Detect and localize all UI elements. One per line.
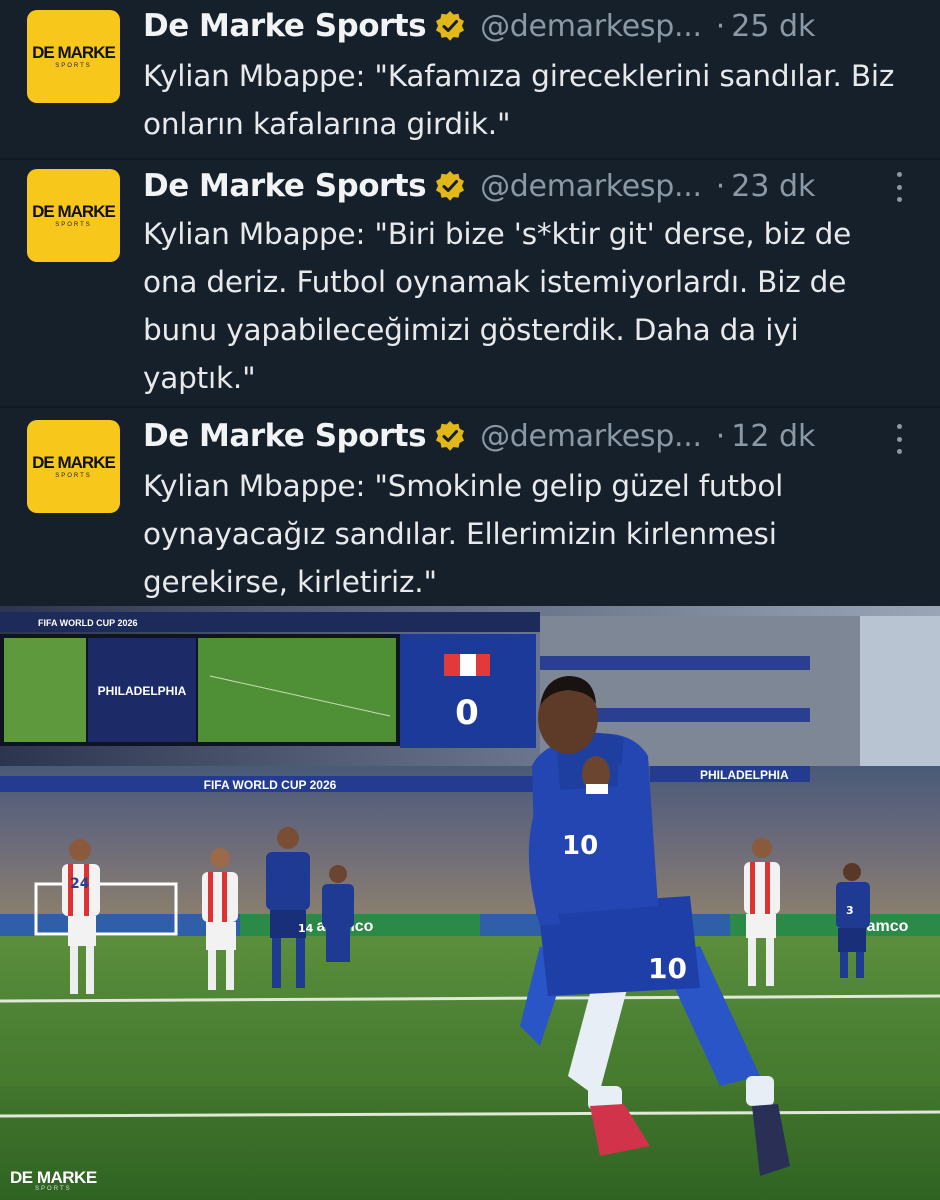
avatar-logo-subtext: SPORTS <box>55 222 92 228</box>
account-name[interactable]: De Marke Sports <box>143 8 427 44</box>
jersey-number: 10 <box>562 831 598 861</box>
jersey-number: 3 <box>846 904 854 917</box>
watermark-logo: DE MARKE SPORTS <box>10 1169 97 1192</box>
tweet-header: De Marke Sports @demarkesp... · 25 dk <box>143 4 815 48</box>
timestamp[interactable]: 12 dk <box>731 419 815 454</box>
shorts-number: 10 <box>648 952 687 985</box>
jumbotron-city: PHILADELPHIA <box>98 684 187 698</box>
avatar[interactable]: DE MARKE SPORTS <box>27 10 120 103</box>
account-name[interactable]: De Marke Sports <box>143 418 427 454</box>
avatar-logo-text: DE MARKE <box>32 43 116 62</box>
jersey-number: 24 <box>70 876 90 892</box>
verified-badge-icon <box>436 171 465 201</box>
watermark-text: DE MARKE <box>10 1168 97 1187</box>
banner-text-left: FIFA WORLD CUP 2026 <box>38 618 138 628</box>
tweet-3[interactable]: DE MARKE SPORTS De Marke Sports @demarke… <box>0 408 940 606</box>
verified-badge-icon <box>436 421 465 451</box>
more-options-icon[interactable] <box>894 424 904 454</box>
tweet-text: Kylian Mbappe: "Biri bize 's*ktir git' d… <box>143 217 852 395</box>
account-handle[interactable]: @demarkesp... <box>480 169 702 204</box>
jumbotron-pitch-view <box>4 638 86 742</box>
jersey-number: 14 <box>298 922 314 935</box>
account-name[interactable]: De Marke Sports <box>143 168 427 204</box>
avatar-logo-text: DE MARKE <box>32 453 116 472</box>
tweet-text: Kylian Mbappe: "Kafamıza gireceklerini s… <box>143 59 895 141</box>
avatar-logo-text: DE MARKE <box>32 202 116 221</box>
match-photo[interactable]: FIFA WORLD CUP 2026 PHILADELPHIA 0 FIFA … <box>0 606 940 1200</box>
dot-separator: · <box>715 168 726 204</box>
timestamp[interactable]: 23 dk <box>731 169 815 204</box>
avatar-logo-subtext: SPORTS <box>55 63 92 69</box>
dot-separator: · <box>715 418 726 454</box>
tweet-1[interactable]: DE MARKE SPORTS De Marke Sports @demarke… <box>0 0 940 158</box>
account-handle[interactable]: @demarkesp... <box>480 419 702 454</box>
verified-badge-icon <box>436 11 465 41</box>
stadium-scene: FIFA WORLD CUP 2026 PHILADELPHIA 0 FIFA … <box>0 606 940 1200</box>
tweet-header: De Marke Sports @demarkesp... · 12 dk <box>143 414 815 458</box>
account-handle[interactable]: @demarkesp... <box>480 9 702 44</box>
timestamp[interactable]: 25 dk <box>731 9 815 44</box>
avatar-logo-subtext: SPORTS <box>55 473 92 479</box>
scoreboard-digit: 0 <box>455 693 479 733</box>
tweet-header: De Marke Sports @demarkesp... · 23 dk <box>143 164 815 208</box>
banner-city: PHILADELPHIA <box>700 768 789 782</box>
dot-separator: · <box>715 8 726 44</box>
avatar[interactable]: DE MARKE SPORTS <box>27 169 120 262</box>
tweet-2[interactable]: DE MARKE SPORTS De Marke Sports @demarke… <box>0 160 940 406</box>
avatar[interactable]: DE MARKE SPORTS <box>27 420 120 513</box>
banner-text-center: FIFA WORLD CUP 2026 <box>204 778 337 792</box>
jumbotron-pitch-view <box>198 638 396 742</box>
more-options-icon[interactable] <box>894 172 904 202</box>
tweet-text: Kylian Mbappe: "Smokinle gelip güzel fut… <box>143 469 784 599</box>
